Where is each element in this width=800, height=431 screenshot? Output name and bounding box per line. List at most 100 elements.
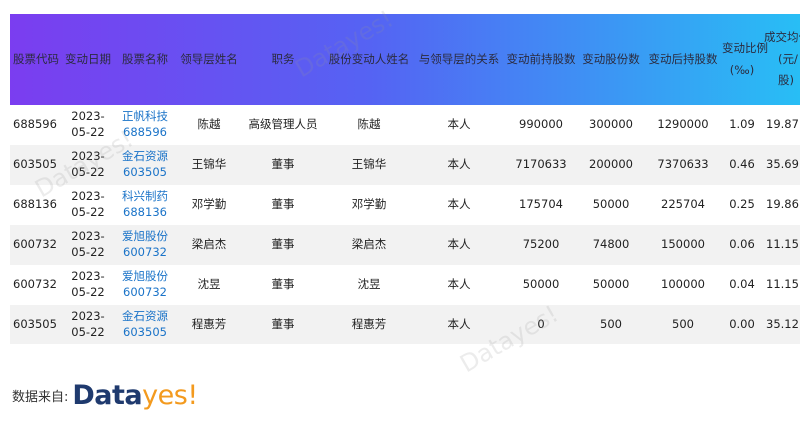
cell-stock-name-link[interactable]: 爱旭股份 600732 (114, 265, 176, 305)
cell-changer-name: 沈昱 (357, 277, 381, 292)
cell-change-date-year: 2023- (71, 109, 105, 124)
header-change-ratio[interactable]: 变动比例 (‰) (722, 14, 768, 105)
header-row: 股票代码 变动日期 股票名称 领导层姓名 职务 股份变动人姓名 与领导层的关系 … (10, 14, 800, 105)
stock-name-link[interactable]: 金石资源 (114, 149, 176, 165)
header-relation[interactable]: 与领导层的关系 (414, 14, 504, 105)
cell-stock-name-link[interactable]: 金石资源 603505 (114, 145, 176, 185)
cell-changer-name: 王锦华 (351, 157, 387, 172)
cell-changer-name: 梁启杰 (351, 237, 387, 252)
cell-change-date-day: 05-22 (71, 245, 105, 259)
cell-position: 董事 (271, 197, 295, 212)
table-row: 688596 2023- 05-22 正帆科技 688596 陈越 高级管理人员… (10, 105, 800, 145)
cell-leader-name: 王锦华 (191, 157, 227, 172)
cell-change-date: 2023- 05-22 (62, 185, 114, 225)
stock-code-link[interactable]: 688596 (114, 125, 176, 141)
stock-code-link[interactable]: 600732 (114, 245, 176, 261)
data-source-label: 数据来自: (12, 390, 69, 405)
stock-name-link[interactable]: 爱旭股份 (114, 229, 176, 245)
cell-stock-name-link[interactable]: 科兴制药 688136 (114, 185, 176, 225)
cell-shares-changed: 50000 (592, 197, 630, 212)
header-shares-changed[interactable]: 变动股份数 (578, 14, 644, 105)
cell-shares-changed: 300000 (589, 117, 633, 132)
cell-avg-price: 19.86 (766, 197, 799, 212)
cell-change-date: 2023- 05-22 (62, 145, 114, 185)
cell-leader-name: 沈昱 (197, 277, 221, 292)
cell-change-date-day: 05-22 (71, 205, 105, 219)
header-change-date[interactable]: 变动日期 (62, 14, 114, 105)
cell-change-ratio: 1.09 (729, 117, 755, 132)
logo-text-data: Data (72, 380, 143, 411)
header-shares-after[interactable]: 变动后持股数 (644, 14, 722, 105)
header-avg-price-line2: (元/ (778, 51, 798, 66)
stock-name-link[interactable]: 正帆科技 (114, 109, 176, 125)
insider-trades-table: 股票代码 变动日期 股票名称 领导层姓名 职务 股份变动人姓名 与领导层的关系 … (10, 14, 800, 344)
cell-shares-after: 225704 (661, 197, 705, 212)
cell-relation: 本人 (447, 117, 471, 132)
cell-change-date: 2023- 05-22 (62, 105, 114, 145)
header-position[interactable]: 职务 (242, 14, 324, 105)
cell-change-ratio: 0.25 (729, 197, 755, 212)
cell-avg-price: 19.87 (766, 117, 799, 132)
header-stock-name[interactable]: 股票名称 (114, 14, 176, 105)
table-row: 603505 2023- 05-22 金石资源 603505 王锦华 董事 王锦… (10, 145, 800, 185)
cell-change-date-year: 2023- (71, 149, 105, 164)
cell-position: 董事 (271, 317, 295, 332)
cell-stock-code: 688596 (13, 117, 57, 132)
cell-change-date-day: 05-22 (71, 165, 105, 179)
cell-change-date-day: 05-22 (71, 285, 105, 299)
table-row: 603505 2023- 05-22 金石资源 603505 程惠芳 董事 程惠… (10, 305, 800, 344)
header-stock-code[interactable]: 股票代码 (10, 14, 62, 105)
cell-shares-after: 100000 (661, 277, 705, 292)
cell-shares-changed: 500 (600, 317, 622, 332)
cell-position: 董事 (271, 277, 295, 292)
header-shares-before[interactable]: 变动前持股数 (504, 14, 578, 105)
cell-relation: 本人 (447, 317, 471, 332)
cell-stock-name-link[interactable]: 正帆科技 688596 (114, 105, 176, 145)
header-changer-name[interactable]: 股份变动人姓名 (324, 14, 414, 105)
cell-changer-name: 陈越 (357, 117, 381, 132)
stock-code-link[interactable]: 688136 (114, 205, 176, 221)
stock-name-link[interactable]: 金石资源 (114, 309, 176, 325)
cell-change-date-year: 2023- (71, 189, 105, 204)
cell-relation: 本人 (447, 237, 471, 252)
table-body: 688596 2023- 05-22 正帆科技 688596 陈越 高级管理人员… (10, 105, 800, 344)
cell-position: 董事 (271, 157, 295, 172)
stock-name-link[interactable]: 爱旭股份 (114, 269, 176, 285)
cell-change-date-year: 2023- (71, 229, 105, 244)
header-avg-price[interactable]: 成交均价 (元/ 股) (762, 14, 800, 105)
header-change-ratio-line1: 变动比例 (722, 40, 768, 55)
header-leader-name[interactable]: 领导层姓名 (176, 14, 242, 105)
cell-position: 董事 (271, 237, 295, 252)
cell-stock-code: 603505 (13, 317, 57, 332)
cell-stock-name-link[interactable]: 金石资源 603505 (114, 305, 176, 344)
cell-position: 高级管理人员 (248, 117, 318, 132)
cell-change-ratio: 0.46 (729, 157, 755, 172)
stock-code-link[interactable]: 603505 (114, 325, 176, 341)
cell-leader-name: 邓学勤 (191, 197, 227, 212)
header-avg-price-line1: 成交均价 (764, 29, 800, 44)
cell-change-ratio: 0.06 (729, 237, 755, 252)
data-source: 数据来自: Datayes! (12, 380, 198, 411)
cell-leader-name: 梁启杰 (191, 237, 227, 252)
cell-stock-code: 600732 (13, 277, 57, 292)
cell-relation: 本人 (447, 197, 471, 212)
cell-shares-before: 7170633 (515, 157, 567, 172)
insider-trades-table-wrapper: 股票代码 变动日期 股票名称 领导层姓名 职务 股份变动人姓名 与领导层的关系 … (10, 14, 800, 344)
table-row: 600732 2023- 05-22 爱旭股份 600732 梁启杰 董事 梁启… (10, 225, 800, 265)
datayes-logo[interactable]: Datayes! (72, 380, 198, 411)
cell-shares-changed: 74800 (592, 237, 630, 252)
cell-stock-name-link[interactable]: 爱旭股份 600732 (114, 225, 176, 265)
logo-text-yes: yes! (142, 380, 198, 411)
cell-change-date-day: 05-22 (71, 125, 105, 139)
cell-avg-price: 11.15 (766, 237, 799, 252)
cell-change-ratio: 0.00 (729, 317, 755, 332)
stock-code-link[interactable]: 603505 (114, 165, 176, 181)
stock-code-link[interactable]: 600732 (114, 285, 176, 301)
cell-avg-price: 11.15 (766, 277, 799, 292)
header-avg-price-line3: 股) (778, 73, 794, 88)
table-header: 股票代码 变动日期 股票名称 领导层姓名 职务 股份变动人姓名 与领导层的关系 … (10, 14, 800, 105)
stock-name-link[interactable]: 科兴制药 (114, 189, 176, 205)
cell-shares-after: 7370633 (657, 157, 709, 172)
cell-change-date: 2023- 05-22 (62, 225, 114, 265)
cell-leader-name: 程惠芳 (191, 317, 227, 332)
